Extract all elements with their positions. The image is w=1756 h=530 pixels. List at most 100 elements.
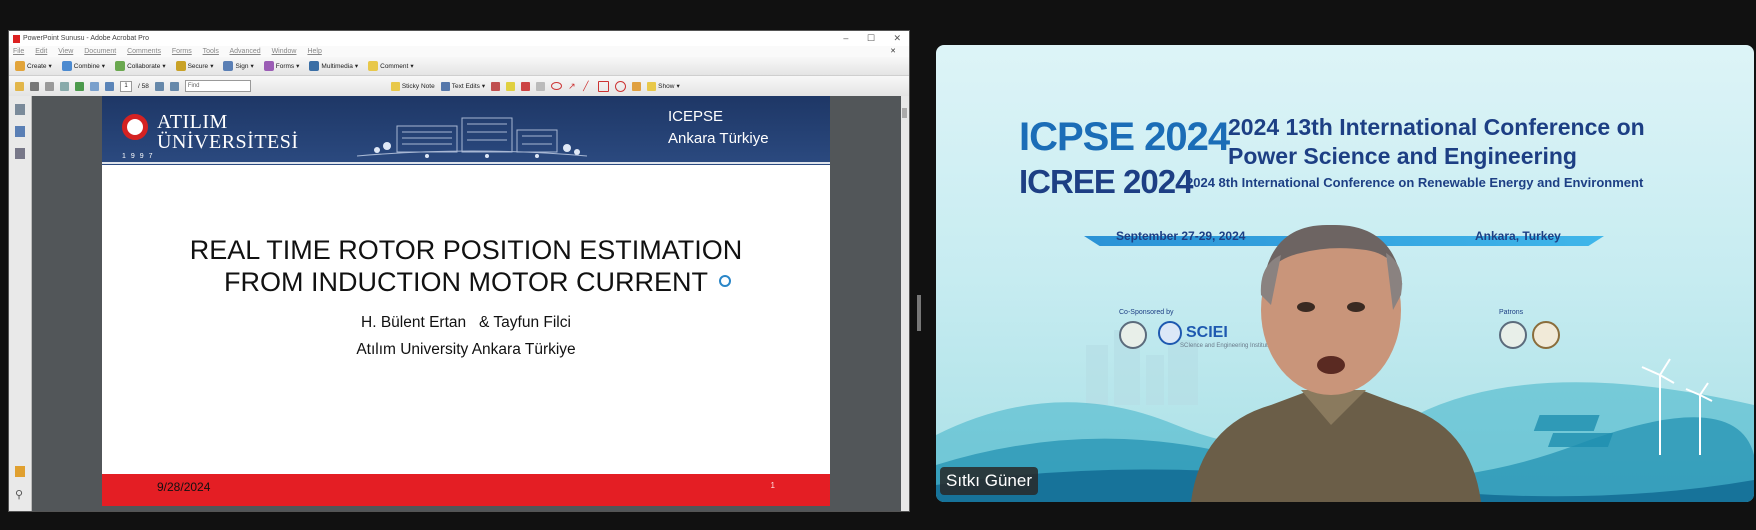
stamp-icon[interactable] <box>491 81 501 91</box>
signatures-icon[interactable] <box>15 148 25 159</box>
comment-button[interactable]: Comment ▾ <box>368 61 414 71</box>
sign-button[interactable]: Sign ▾ <box>223 61 254 71</box>
menu-tools[interactable]: Tools <box>203 48 219 55</box>
combine-button[interactable]: Combine ▾ <box>61 61 105 71</box>
slide-date: 9/28/2024 <box>157 480 211 494</box>
navigation-panel: ⚲ <box>9 96 32 511</box>
page-total: / 58 <box>138 82 149 90</box>
menu-document[interactable]: Document <box>84 48 116 55</box>
fit-width-icon[interactable] <box>169 81 179 91</box>
menu-window[interactable]: Window <box>272 48 297 55</box>
maximize-button[interactable]: ☐ <box>867 33 875 43</box>
print-icon[interactable] <box>30 81 39 91</box>
forms-icon <box>263 61 274 71</box>
patron-seal-2-icon <box>1532 321 1560 349</box>
multimedia-button[interactable]: Multimedia ▾ <box>309 61 358 71</box>
slide-footer: 9/28/2024 1 <box>102 474 830 506</box>
panel-splitter-handle[interactable] <box>917 295 921 331</box>
university-year: 1997 <box>122 153 158 160</box>
save-icon[interactable] <box>45 81 54 91</box>
highlight-icon[interactable] <box>506 81 516 91</box>
title-bar: PowerPoint Sunusu - Adobe Acrobat Pro – … <box>9 31 909 46</box>
university-name: ATILIM ÜNİVERSİTESİ <box>157 111 299 153</box>
minimize-button[interactable]: – <box>843 33 848 43</box>
window-title: PowerPoint Sunusu - Adobe Acrobat Pro <box>23 35 150 42</box>
task-toolbar: Create ▾ Combine ▾ Collaborate ▾ Secure … <box>9 57 909 76</box>
vertical-scrollbar[interactable] <box>901 96 909 511</box>
scrollbar-thumb[interactable] <box>902 108 907 118</box>
rectangle-icon[interactable] <box>598 80 610 92</box>
pages-icon[interactable] <box>15 104 25 115</box>
search-icon[interactable] <box>75 81 84 91</box>
tools-toolbar: 1 / 58 Find Sticky Note Text Edits ▾ ↗ ╱… <box>9 76 909 97</box>
slide-number: 1 <box>770 481 775 490</box>
create-button[interactable]: Create ▾ <box>15 61 52 71</box>
fit-page-icon[interactable] <box>154 81 164 91</box>
sticky-note-button[interactable]: Sticky Note <box>390 81 435 91</box>
pen-icon <box>223 61 234 71</box>
slide-title: REAL TIME ROTOR POSITION ESTIMATION FROM… <box>189 235 743 297</box>
pencil-icon[interactable] <box>632 81 642 91</box>
menu-file[interactable]: File <box>13 48 24 55</box>
menu-edit[interactable]: Edit <box>35 48 47 55</box>
document-area[interactable]: ⚲ ATILIM ÜNİVERSİTESİ 1997 ICEPSE Ankara… <box>9 96 909 511</box>
text-edits-button[interactable]: Text Edits ▾ <box>440 81 485 91</box>
campus-illustration <box>357 117 587 158</box>
combine-icon <box>61 61 72 71</box>
secure-button[interactable]: Secure ▾ <box>175 61 213 71</box>
sticky-note-icon <box>390 81 400 91</box>
header-divider <box>102 162 830 164</box>
icree-full-title: 2024 8th International Conference on Ren… <box>1186 175 1644 190</box>
find-input[interactable]: Find <box>184 80 251 92</box>
comments-icon[interactable] <box>15 466 25 477</box>
line-icon[interactable]: ╱ <box>583 81 592 91</box>
bookmarks-icon[interactable] <box>15 126 25 137</box>
slide-authors: H. Bülent Ertan & Tayfun Filci <box>361 314 571 331</box>
multimedia-icon <box>309 61 320 71</box>
forms-button[interactable]: Forms ▾ <box>263 61 299 71</box>
window-controls: – ☐ ✕ <box>827 31 901 46</box>
text-box-icon[interactable] <box>521 81 531 91</box>
create-icon <box>15 61 25 71</box>
header-conference: ICEPSE Ankara Türkiye <box>668 108 769 147</box>
close-button[interactable]: ✕ <box>893 33 901 43</box>
show-icon <box>647 81 657 91</box>
comment-icon <box>368 61 379 71</box>
icpse-logo-text: ICPSE 2024 <box>1019 115 1230 159</box>
oval-icon[interactable] <box>615 80 627 92</box>
participant-silhouette <box>1191 224 1481 502</box>
show-button[interactable]: Show ▾ <box>647 81 680 91</box>
participant-name-label: Sıtkı Güner <box>940 467 1038 495</box>
next-page-icon[interactable] <box>105 81 114 91</box>
collaborate-icon <box>115 61 126 71</box>
acrobat-window: PowerPoint Sunusu - Adobe Acrobat Pro – … <box>8 30 910 512</box>
participant-video-tile[interactable]: ICPSE 2024 2024 13th International Confe… <box>936 45 1754 502</box>
slide-header: ATILIM ÜNİVERSİTESİ 1997 ICEPSE Ankara T… <box>102 96 830 165</box>
menu-forms[interactable]: Forms <box>172 48 192 55</box>
collaborate-button[interactable]: Collaborate ▾ <box>115 61 166 71</box>
previous-page-icon[interactable] <box>90 81 99 91</box>
cloud-icon[interactable] <box>551 82 563 90</box>
close-document-icon[interactable]: ✕ <box>890 46 896 57</box>
lock-icon <box>175 61 186 71</box>
arrow-icon[interactable]: ↗ <box>568 81 577 91</box>
menu-comments[interactable]: Comments <box>127 48 161 55</box>
menu-view[interactable]: View <box>58 48 73 55</box>
acrobat-app-icon <box>13 35 20 43</box>
email-icon[interactable] <box>60 81 69 91</box>
open-icon[interactable] <box>15 81 24 91</box>
slide-affiliation: Atılım University Ankara Türkiye <box>356 341 576 358</box>
pointer-cursor-icon <box>719 275 731 287</box>
university-logo-icon <box>122 114 148 140</box>
page-number-input[interactable]: 1 <box>120 80 132 92</box>
text-edits-icon <box>440 81 450 91</box>
sponsor-seal-icon <box>1119 321 1147 349</box>
icpse-full-title: 2024 13th International Conference on Po… <box>1228 114 1645 169</box>
menu-help[interactable]: Help <box>307 48 321 55</box>
slide-page: ATILIM ÜNİVERSİTESİ 1997 ICEPSE Ankara T… <box>102 96 830 506</box>
menu-bar: File Edit View Document Comments Forms T… <box>9 46 909 57</box>
attachments-icon[interactable]: ⚲ <box>15 488 25 501</box>
icree-logo-text: ICREE 2024 <box>1019 163 1193 200</box>
menu-advanced[interactable]: Advanced <box>229 48 260 55</box>
callout-icon[interactable] <box>536 81 546 91</box>
